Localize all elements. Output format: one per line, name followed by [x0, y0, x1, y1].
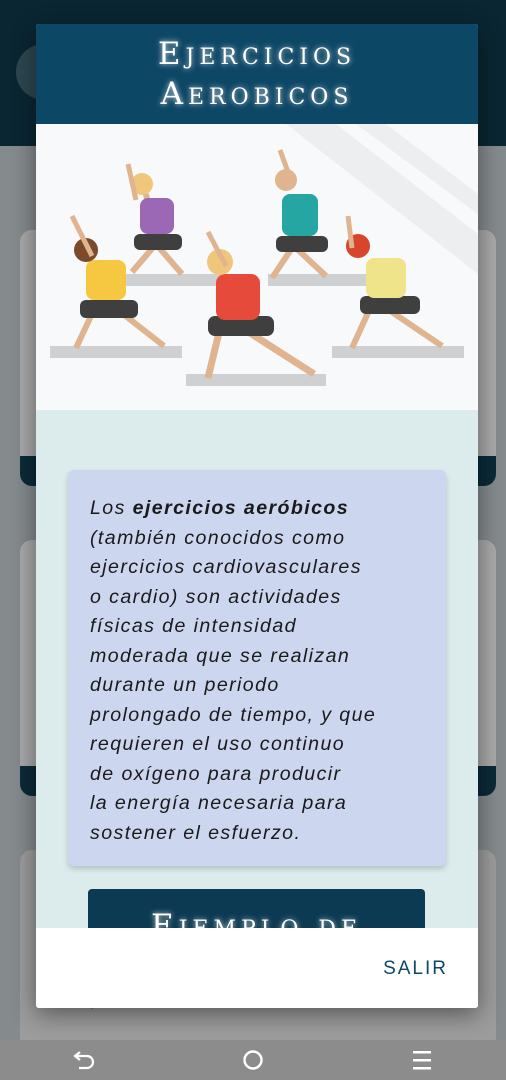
aerobic-exercise-illustration [36, 124, 478, 410]
dialog-scroll-content[interactable]: Los ejercicios aeróbicos (también conoci… [36, 124, 478, 928]
exit-button[interactable]: SALIR [383, 958, 448, 980]
example-button[interactable]: Ejemplo de [88, 889, 425, 928]
dialog-actions: SALIR [36, 928, 478, 1008]
description-card: Los ejercicios aeróbicos (también conoci… [68, 470, 446, 866]
system-navbar [0, 1040, 506, 1080]
recents-icon[interactable] [392, 1040, 452, 1080]
dialog-title-line1: Ejercicios [157, 36, 357, 72]
dialog-title: Ejercicios Aerobicos [36, 24, 478, 124]
description-text: Los ejercicios aeróbicos (también conoci… [90, 497, 377, 844]
back-icon[interactable] [54, 1040, 114, 1080]
home-icon[interactable] [223, 1040, 283, 1080]
aerobic-exercise-dialog: Ejercicios Aerobicos Los ejercicios aeró… [36, 24, 478, 1008]
dialog-title-line2: Aerobicos [160, 76, 354, 112]
